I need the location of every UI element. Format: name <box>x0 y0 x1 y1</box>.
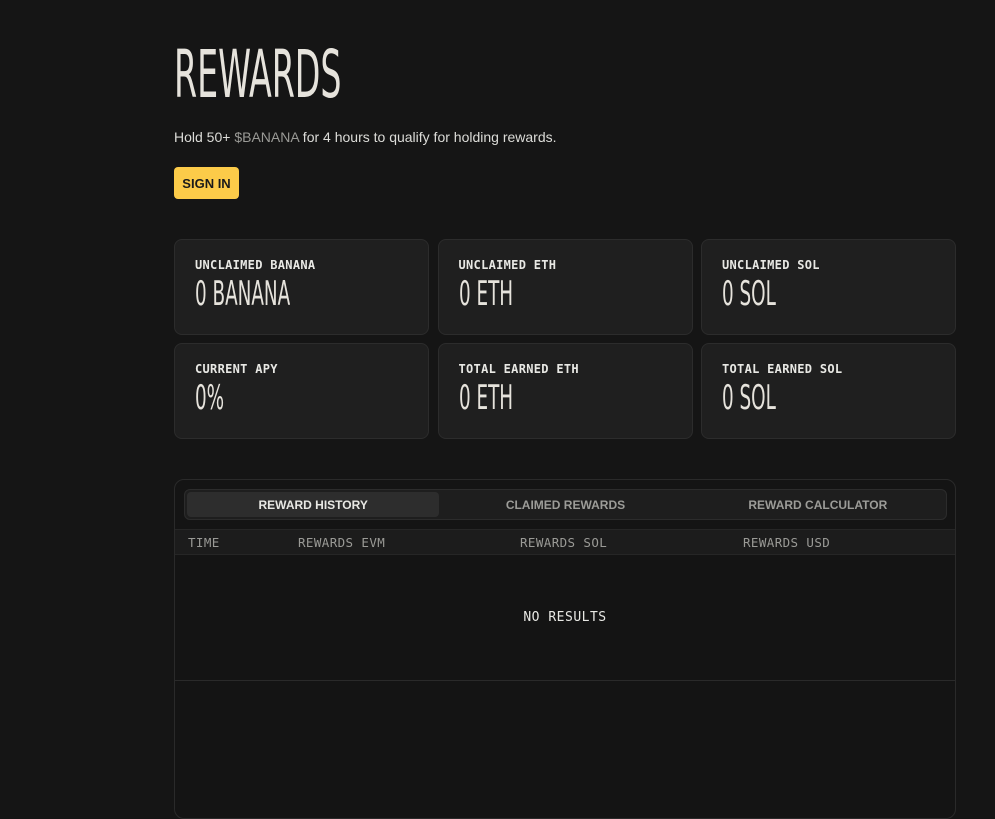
subtitle-suffix: for 4 hours to qualify for holding rewar… <box>298 129 557 145</box>
stats-grid: UNCLAIMED BANANA 0 BANANA UNCLAIMED ETH … <box>174 239 956 439</box>
stat-card-unclaimed-sol: UNCLAIMED SOL 0 SOL <box>701 239 956 335</box>
stat-label: UNCLAIMED SOL <box>722 258 820 272</box>
stat-label: TOTAL EARNED ETH <box>458 362 579 376</box>
stat-card-unclaimed-eth: UNCLAIMED ETH 0 ETH <box>437 239 693 335</box>
table-header: TIME REWARDS EVM REWARDS SOL REWARDS USD <box>175 529 955 555</box>
tab-reward-history[interactable]: REWARD HISTORY <box>187 492 440 517</box>
column-header-rewards-sol[interactable]: REWARDS SOL <box>520 535 607 550</box>
stat-label: UNCLAIMED BANANA <box>195 258 316 272</box>
table-body: NO RESULTS <box>175 555 955 681</box>
empty-state-text: NO RESULTS <box>523 610 607 625</box>
stat-card-unclaimed-banana: UNCLAIMED BANANA 0 BANANA <box>174 239 429 335</box>
stat-value: 0 ETH <box>458 378 513 418</box>
stat-card-current-apy: CURRENT APY 0% <box>174 343 429 439</box>
stat-label: TOTAL EARNED SOL <box>722 362 843 376</box>
stat-label: CURRENT APY <box>195 362 278 376</box>
token-name: $BANANA <box>234 129 299 145</box>
stat-value: 0 SOL <box>722 378 776 418</box>
column-header-rewards-usd[interactable]: REWARDS USD <box>743 535 830 550</box>
subtitle-prefix: Hold 50+ <box>174 129 235 145</box>
stat-card-total-earned-eth: TOTAL EARNED ETH 0 ETH <box>437 343 693 439</box>
tab-claimed-rewards[interactable]: CLAIMED REWARDS <box>439 492 691 517</box>
stat-card-total-earned-sol: TOTAL EARNED SOL 0 SOL <box>701 343 956 439</box>
page-subtitle: Hold 50+ $BANANA for 4 hours to qualify … <box>174 128 557 146</box>
stat-value: 0% <box>195 378 225 418</box>
stat-value: 0 SOL <box>722 274 776 314</box>
column-header-time[interactable]: TIME <box>188 535 220 550</box>
stat-value: 0 BANANA <box>195 274 291 314</box>
rewards-tabs: REWARD HISTORY CLAIMED REWARDS REWARD CA… <box>184 489 947 520</box>
sign-in-button[interactable]: SIGN IN <box>174 167 239 199</box>
rewards-panel: REWARD HISTORY CLAIMED REWARDS REWARD CA… <box>174 479 956 819</box>
stat-label: UNCLAIMED ETH <box>458 258 557 272</box>
stat-value: 0 ETH <box>458 274 513 314</box>
tab-reward-calculator[interactable]: REWARD CALCULATOR <box>692 492 944 517</box>
column-header-rewards-evm[interactable]: REWARDS EVM <box>298 535 385 550</box>
page-title: REWARDS <box>174 36 342 113</box>
